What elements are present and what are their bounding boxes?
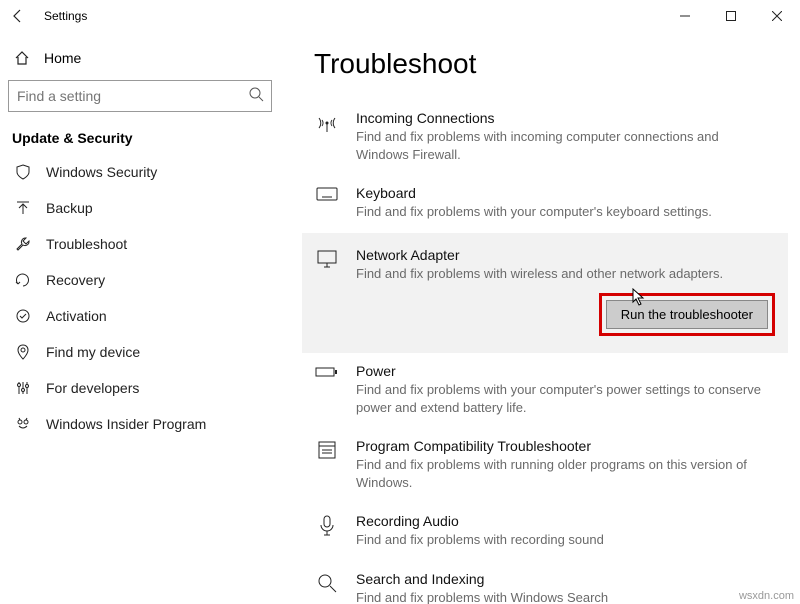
ts-recording-audio[interactable]: Recording Audio Find and fix problems wi… bbox=[314, 503, 772, 561]
nav-windows-security[interactable]: Windows Security bbox=[8, 154, 272, 190]
wrench-icon bbox=[14, 236, 32, 252]
ts-title: Power bbox=[356, 363, 762, 379]
ts-network-adapter[interactable]: Network Adapter Find and fix problems wi… bbox=[302, 233, 788, 354]
ts-desc: Find and fix problems with your computer… bbox=[356, 203, 762, 221]
battery-icon bbox=[314, 363, 340, 416]
ts-program-compatibility[interactable]: Program Compatibility Troubleshooter Fin… bbox=[314, 428, 772, 503]
nav-for-developers[interactable]: For developers bbox=[8, 370, 272, 406]
main-content: Troubleshoot Incoming Connections Find a… bbox=[280, 32, 800, 604]
run-troubleshooter-button[interactable]: Run the troubleshooter bbox=[606, 300, 768, 329]
window-title: Settings bbox=[44, 9, 87, 23]
ts-desc: Find and fix problems with recording sou… bbox=[356, 531, 762, 549]
backup-icon bbox=[14, 200, 32, 216]
nav-backup[interactable]: Backup bbox=[8, 190, 272, 226]
ts-desc: Find and fix problems with incoming comp… bbox=[356, 128, 762, 163]
ts-title: Incoming Connections bbox=[356, 110, 762, 126]
keyboard-icon bbox=[314, 185, 340, 221]
nav-label: Troubleshoot bbox=[46, 236, 127, 252]
page-title: Troubleshoot bbox=[314, 48, 772, 80]
ts-title: Keyboard bbox=[356, 185, 762, 201]
ts-title: Recording Audio bbox=[356, 513, 762, 529]
monitor-icon bbox=[314, 247, 340, 334]
nav-find-my-device[interactable]: Find my device bbox=[8, 334, 272, 370]
insider-icon bbox=[14, 416, 32, 432]
watermark: wsxdn.com bbox=[739, 590, 794, 602]
nav-label: Recovery bbox=[46, 272, 105, 288]
ts-title: Program Compatibility Troubleshooter bbox=[356, 438, 762, 454]
recovery-icon bbox=[14, 272, 32, 288]
ts-desc: Find and fix problems with wireless and … bbox=[356, 265, 772, 283]
nav-label: Find my device bbox=[46, 344, 140, 360]
search-icon bbox=[248, 86, 264, 102]
check-circle-icon bbox=[14, 308, 32, 324]
program-icon bbox=[314, 438, 340, 491]
ts-desc: Find and fix problems with your computer… bbox=[356, 381, 762, 416]
nav-label: Backup bbox=[46, 200, 93, 216]
nav-insider-program[interactable]: Windows Insider Program bbox=[8, 406, 272, 442]
highlight-box: Run the troubleshooter bbox=[602, 296, 772, 333]
home-link[interactable]: Home bbox=[8, 42, 272, 80]
sidebar: Home Update & Security Windows Security … bbox=[0, 32, 280, 604]
ts-keyboard[interactable]: Keyboard Find and fix problems with your… bbox=[314, 175, 772, 233]
titlebar: Settings bbox=[0, 0, 800, 32]
antenna-icon bbox=[314, 110, 340, 163]
search-icon bbox=[314, 571, 340, 604]
location-icon bbox=[14, 344, 32, 360]
section-header: Update & Security bbox=[8, 112, 272, 154]
ts-desc: Find and fix problems with running older… bbox=[356, 456, 762, 491]
mouse-cursor bbox=[632, 288, 646, 306]
ts-desc: Find and fix problems with Windows Searc… bbox=[356, 589, 762, 604]
window-controls bbox=[662, 0, 800, 32]
search-input[interactable] bbox=[8, 80, 272, 112]
ts-title: Search and Indexing bbox=[356, 571, 762, 587]
microphone-icon bbox=[314, 513, 340, 549]
back-button[interactable] bbox=[10, 8, 26, 24]
sliders-icon bbox=[14, 380, 32, 396]
minimize-button[interactable] bbox=[662, 0, 708, 32]
home-icon bbox=[14, 50, 30, 66]
ts-title: Network Adapter bbox=[356, 247, 772, 263]
nav-recovery[interactable]: Recovery bbox=[8, 262, 272, 298]
maximize-button[interactable] bbox=[708, 0, 754, 32]
home-label: Home bbox=[44, 50, 81, 66]
nav-label: Windows Security bbox=[46, 164, 157, 180]
nav-label: Activation bbox=[46, 308, 107, 324]
search-box[interactable] bbox=[8, 80, 272, 112]
ts-search-indexing[interactable]: Search and Indexing Find and fix problem… bbox=[314, 561, 772, 604]
ts-power[interactable]: Power Find and fix problems with your co… bbox=[314, 353, 772, 428]
nav-label: For developers bbox=[46, 380, 139, 396]
nav-troubleshoot[interactable]: Troubleshoot bbox=[8, 226, 272, 262]
nav-activation[interactable]: Activation bbox=[8, 298, 272, 334]
ts-incoming-connections[interactable]: Incoming Connections Find and fix proble… bbox=[314, 100, 772, 175]
shield-icon bbox=[14, 164, 32, 180]
nav-label: Windows Insider Program bbox=[46, 416, 206, 432]
close-button[interactable] bbox=[754, 0, 800, 32]
